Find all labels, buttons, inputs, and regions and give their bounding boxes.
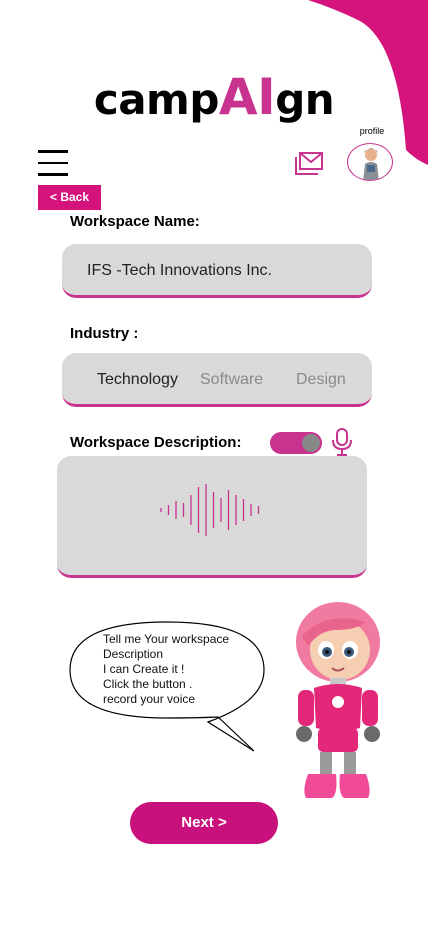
logo-suffix: gn: [275, 75, 335, 124]
voice-toggle[interactable]: [270, 432, 322, 454]
assistant-robot-illustration: [296, 602, 380, 798]
app-logo: campAIgn: [0, 68, 428, 126]
audio-waveform-icon: [160, 484, 260, 536]
industry-label: Industry :: [70, 325, 139, 342]
assistant-message: Tell me Your workspace Description I can…: [103, 632, 230, 706]
hamburger-menu-icon[interactable]: [38, 150, 68, 178]
back-button[interactable]: < Back: [38, 185, 101, 210]
industry-option-software[interactable]: Software: [200, 371, 263, 389]
workspace-name-label: Workspace Name:: [70, 213, 200, 230]
industry-option-technology[interactable]: Technology: [97, 371, 178, 389]
industry-selector[interactable]: Technology Software Design: [62, 353, 372, 407]
workspace-name-field[interactable]: IFS -Tech Innovations Inc.: [62, 244, 372, 298]
logo-ai: AI: [218, 68, 276, 126]
mail-icon[interactable]: [295, 150, 325, 176]
microphone-icon[interactable]: [330, 428, 354, 456]
logo-prefix: camp: [93, 75, 220, 124]
next-button[interactable]: Next >: [130, 802, 278, 844]
industry-option-design[interactable]: Design: [296, 371, 346, 389]
profile-label: profile: [359, 126, 385, 136]
workspace-description-label: Workspace Description:: [70, 434, 242, 451]
profile-avatar[interactable]: [347, 143, 393, 181]
description-voice-input[interactable]: [57, 456, 367, 578]
